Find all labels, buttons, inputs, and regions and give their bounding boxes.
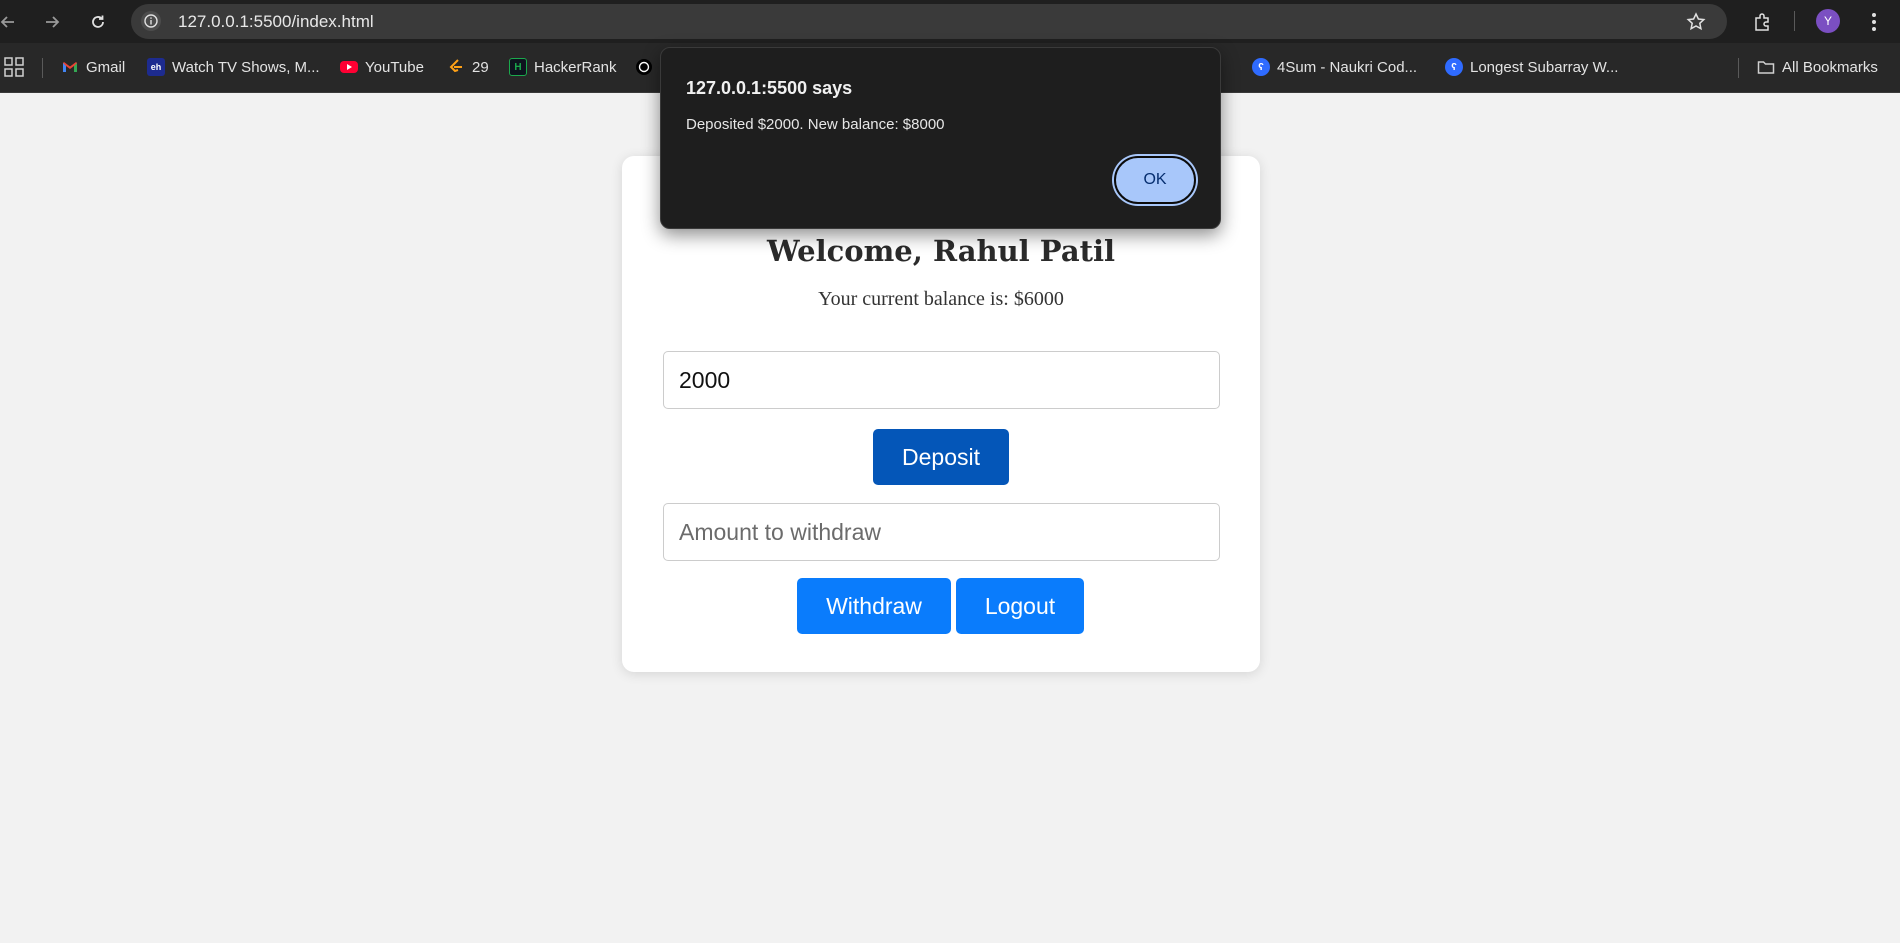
leetcode-icon: [449, 59, 462, 73]
bookmark-label: 29: [472, 58, 489, 76]
bookmark-label: YouTube: [365, 58, 424, 76]
withdraw-amount-input[interactable]: [663, 503, 1220, 561]
dialog-ok-button[interactable]: OK: [1114, 156, 1196, 204]
all-bookmarks-label: All Bookmarks: [1782, 58, 1878, 76]
bookmark-longest-subarray[interactable]: ʕ Longest Subarray W...: [1445, 54, 1618, 80]
bookmark-4sum[interactable]: ʕ 4Sum - Naukri Cod...: [1252, 54, 1417, 80]
bookmark-label: HackerRank: [534, 58, 617, 76]
tv-shows-icon: eh: [147, 58, 165, 76]
bookmark-tv-shows[interactable]: eh Watch TV Shows, M...: [147, 54, 320, 80]
withdraw-button[interactable]: Withdraw: [797, 578, 951, 634]
deposit-amount-input[interactable]: [663, 351, 1220, 409]
bookmark-leetcode[interactable]: 29: [447, 54, 489, 80]
deposit-button[interactable]: Deposit: [873, 429, 1009, 485]
logout-button[interactable]: Logout: [956, 578, 1084, 634]
naukri-icon: ʕ: [1445, 58, 1463, 76]
alert-dialog: 127.0.0.1:5500 says Deposited $2000. New…: [660, 47, 1221, 229]
folder-icon: [1757, 61, 1775, 74]
bookmarks-divider: [42, 58, 43, 78]
account-card: Welcome, Rahul Patil Your current balanc…: [622, 156, 1260, 672]
youtube-icon: [340, 61, 358, 73]
kebab-menu-icon[interactable]: [1860, 8, 1888, 36]
apps-grid-icon[interactable]: [4, 57, 24, 77]
bookmark-label: Watch TV Shows, M...: [172, 58, 320, 76]
balance-text: Your current balance is: $6000: [818, 288, 1064, 310]
bookmark-label: 4Sum - Naukri Cod...: [1277, 58, 1418, 76]
toolbar-divider: [1794, 11, 1795, 31]
address-bar[interactable]: 127.0.0.1:5500/index.html: [131, 4, 1727, 39]
forward-icon[interactable]: [38, 8, 66, 36]
dialog-message: Deposited $2000. New balance: $8000: [686, 116, 945, 133]
bookmark-chatgpt[interactable]: [635, 54, 660, 80]
dialog-title: 127.0.0.1:5500 says: [686, 78, 853, 98]
bookmark-star-icon[interactable]: [1685, 11, 1707, 33]
url-text[interactable]: 127.0.0.1:5500/index.html: [178, 12, 374, 32]
naukri-icon: ʕ: [1252, 58, 1270, 76]
bookmark-gmail[interactable]: Gmail: [61, 54, 125, 80]
bookmark-hackerrank[interactable]: H HackerRank: [509, 54, 617, 80]
all-bookmarks-button[interactable]: All Bookmarks: [1757, 54, 1878, 80]
bookmark-youtube[interactable]: YouTube: [340, 54, 424, 80]
bookmarks-divider: [1738, 58, 1739, 78]
browser-toolbar: 127.0.0.1:5500/index.html Y: [0, 0, 1900, 43]
chatgpt-icon: [636, 59, 652, 75]
bookmark-label: Longest Subarray W...: [1470, 58, 1619, 76]
back-icon[interactable]: [0, 8, 22, 36]
gmail-icon: [63, 62, 77, 72]
reload-icon[interactable]: [84, 8, 112, 36]
site-info-icon[interactable]: [141, 11, 161, 31]
profile-avatar[interactable]: Y: [1816, 9, 1840, 33]
hackerrank-icon: H: [509, 58, 527, 76]
bookmark-label: Gmail: [86, 58, 126, 76]
welcome-heading: Welcome, Rahul Patil: [766, 234, 1116, 268]
extensions-icon[interactable]: [1748, 8, 1776, 36]
